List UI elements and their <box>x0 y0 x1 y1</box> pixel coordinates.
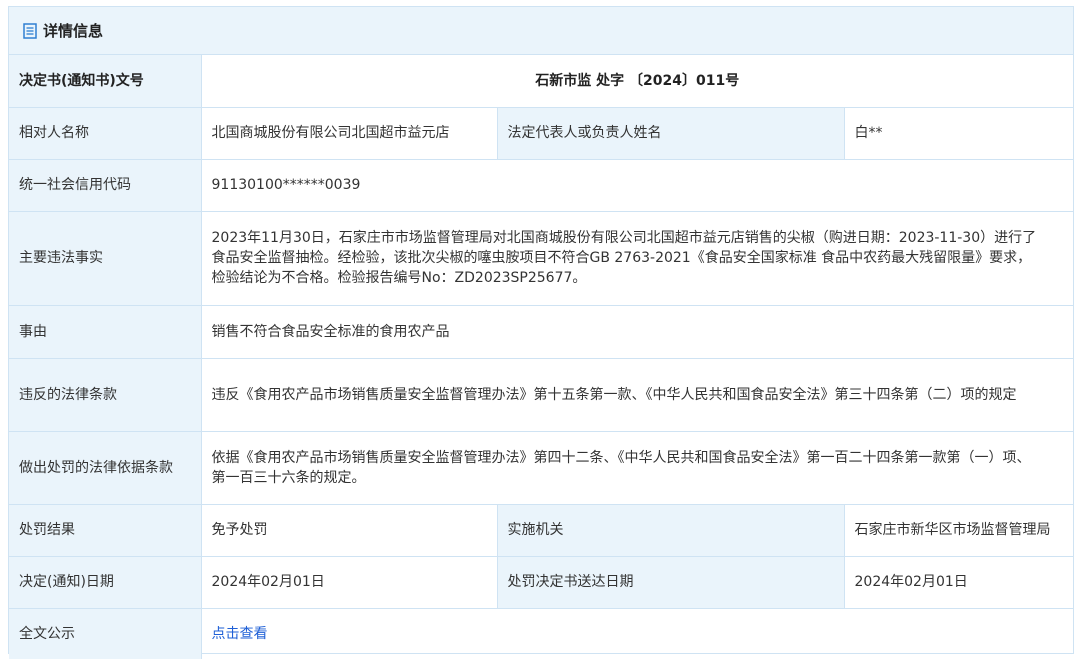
value-legal-basis: 依据《食用农产品市场销售质量安全监督管理办法》第四十二条、《中华人民共和国食品安… <box>200 430 1073 505</box>
detail-table: 决定书(通知书)文号 石新市监 处字 〔2024〕011号 相对人名称 北国商城… <box>9 55 1073 659</box>
row-reason: 事由 销售不符合食品安全标准的食用农产品 <box>9 304 1073 359</box>
row-facts: 主要违法事实 2023年11月30日，石家庄市市场监督管理局对北国商城股份有限公… <box>9 210 1073 306</box>
label-main-facts: 主要违法事实 <box>9 210 202 306</box>
value-legal-representative: 白** <box>843 106 1073 160</box>
label-penalty-result: 处罚结果 <box>9 503 202 557</box>
row-party: 相对人名称 北国商城股份有限公司北国超市益元店 法定代表人或负责人姓名 白** <box>9 106 1073 160</box>
row-legal-basis: 做出处罚的法律依据条款 依据《食用农产品市场销售质量安全监督管理办法》第四十二条… <box>9 430 1073 505</box>
value-decision-no: 石新市监 处字 〔2024〕011号 <box>200 55 1073 108</box>
detail-panel: 详情信息 决定书(通知书)文号 石新市监 处字 〔2024〕011号 相对人名称… <box>8 6 1074 659</box>
panel-title: 详情信息 <box>43 22 104 40</box>
row-result: 处罚结果 免予处罚 实施机关 石家庄市新华区市场监督管理局 <box>9 503 1073 557</box>
row-full-text: 全文公示 点击查看 <box>9 607 1073 659</box>
row-date: 决定(通知)日期 2024年02月01日 处罚决定书送达日期 2024年02月0… <box>9 555 1073 609</box>
label-delivery-date: 处罚决定书送达日期 <box>496 555 845 609</box>
cell-full-text-link: 点击查看 <box>200 607 1073 659</box>
label-decision-no: 决定书(通知书)文号 <box>9 55 202 108</box>
value-penalty-result: 免予处罚 <box>200 503 498 557</box>
value-violated-law: 违反《食用农产品市场销售质量安全监督管理办法》第十五条第一款、《中华人民共和国食… <box>200 357 1073 432</box>
row-decision-no: 决定书(通知书)文号 石新市监 处字 〔2024〕011号 <box>9 55 1073 108</box>
label-decision-date: 决定(通知)日期 <box>9 555 202 609</box>
value-credit-code: 91130100******0039 <box>200 158 1073 212</box>
panel-header: 详情信息 <box>9 7 1073 55</box>
label-enforcement-agency: 实施机关 <box>496 503 845 557</box>
value-enforcement-agency: 石家庄市新华区市场监督管理局 <box>843 503 1073 557</box>
value-decision-date: 2024年02月01日 <box>200 555 498 609</box>
label-credit-code: 统一社会信用代码 <box>9 158 202 212</box>
label-reason: 事由 <box>9 304 202 359</box>
value-reason: 销售不符合食品安全标准的食用农产品 <box>200 304 1073 359</box>
value-delivery-date: 2024年02月01日 <box>843 555 1073 609</box>
row-credit-code: 统一社会信用代码 91130100******0039 <box>9 158 1073 212</box>
value-party-name: 北国商城股份有限公司北国超市益元店 <box>200 106 498 160</box>
document-icon <box>23 22 37 39</box>
label-legal-basis: 做出处罚的法律依据条款 <box>9 430 202 505</box>
row-violated-law: 违反的法律条款 违反《食用农产品市场销售质量安全监督管理办法》第十五条第一款、《… <box>9 357 1073 432</box>
label-legal-representative: 法定代表人或负责人姓名 <box>496 106 845 160</box>
view-full-text-link[interactable]: 点击查看 <box>212 626 268 642</box>
label-violated-law: 违反的法律条款 <box>9 357 202 432</box>
label-full-text: 全文公示 <box>9 607 202 659</box>
label-party-name: 相对人名称 <box>9 106 202 160</box>
value-main-facts: 2023年11月30日，石家庄市市场监督管理局对北国商城股份有限公司北国超市益元… <box>200 210 1073 306</box>
